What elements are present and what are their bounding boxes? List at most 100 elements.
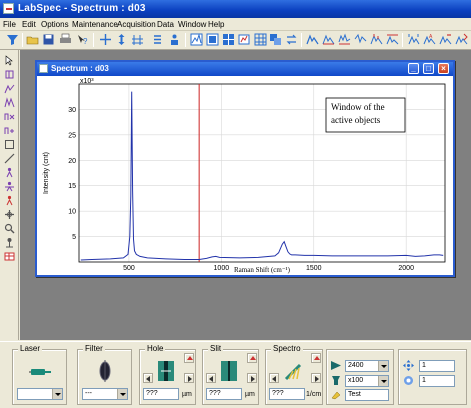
menu-help[interactable]: Help <box>208 20 224 29</box>
magnifier-icon[interactable] <box>4 223 15 234</box>
delete-peak-icon[interactable] <box>4 111 15 122</box>
slit-unit: µm <box>245 391 255 398</box>
chevron-down-icon[interactable] <box>52 389 62 399</box>
spectro-decrease-button[interactable] <box>269 373 279 383</box>
stack-icon[interactable] <box>151 33 164 46</box>
hole-up-button[interactable] <box>184 353 194 363</box>
person-arrows-icon[interactable] <box>4 181 15 192</box>
menu-edit[interactable]: Edit <box>22 20 36 29</box>
export-icon[interactable] <box>455 33 468 46</box>
peak-search-icon[interactable] <box>370 33 383 46</box>
chevron-down-icon[interactable] <box>378 361 388 371</box>
print-icon[interactable] <box>59 33 72 46</box>
menu-acquisition[interactable]: Acquisition <box>117 20 156 29</box>
line-tool-icon[interactable] <box>4 153 15 164</box>
open-folder-icon[interactable] <box>26 33 39 46</box>
spectro-unit: 1/cm <box>306 391 322 398</box>
pointer-icon[interactable] <box>4 55 15 66</box>
hole-increase-button[interactable] <box>184 373 194 383</box>
stage-icon[interactable] <box>4 237 15 248</box>
close-icon: × <box>441 64 446 73</box>
label-peak-icon[interactable]: A <box>423 33 436 46</box>
y-tick-label: 10 <box>68 209 76 216</box>
x-tick-label: 1000 <box>214 265 230 272</box>
x-tick-label: 2000 <box>398 265 414 272</box>
slit-field[interactable]: ??? <box>206 388 242 400</box>
main-toolbar: ? A <box>0 31 471 50</box>
normalize-icon[interactable] <box>386 33 399 46</box>
stage-field-1[interactable]: 1 <box>419 360 455 372</box>
move-peak-icon[interactable] <box>99 33 112 46</box>
slit-up-button[interactable] <box>247 353 257 363</box>
derivative-icon[interactable] <box>354 33 367 46</box>
minimize-button[interactable]: _ <box>408 63 419 74</box>
menu-data[interactable]: Data <box>157 20 174 29</box>
objective-select[interactable]: x100 <box>345 375 389 387</box>
slit-increase-button[interactable] <box>247 373 257 383</box>
image-view-icon[interactable] <box>206 33 219 46</box>
swap-icon[interactable] <box>285 33 298 46</box>
spectro-up-button[interactable] <box>311 353 321 363</box>
zoom-in-icon[interactable] <box>238 33 251 46</box>
spectrum-window-icon <box>39 64 48 73</box>
menu-window[interactable]: Window <box>178 20 206 29</box>
person-icon[interactable] <box>168 33 181 46</box>
person-tool-icon[interactable] <box>4 167 15 178</box>
chevron-down-icon[interactable] <box>378 376 388 386</box>
save-icon[interactable] <box>42 33 55 46</box>
move-icon[interactable] <box>4 209 15 220</box>
app-icon <box>3 3 14 14</box>
zoom-box-icon[interactable] <box>4 69 15 80</box>
table-icon[interactable] <box>4 251 15 262</box>
menu-file[interactable]: File <box>3 20 16 29</box>
filter-select[interactable]: --- <box>82 388 128 400</box>
peak-mark-icon[interactable] <box>4 83 15 94</box>
menu-maintenance[interactable]: Maintenance <box>72 20 118 29</box>
add-peak-icon[interactable] <box>4 125 15 136</box>
measure-icon[interactable] <box>407 33 420 46</box>
overlay-icon[interactable] <box>269 33 282 46</box>
hole-icon <box>158 361 174 381</box>
menu-bar: File Edit Options Maintenance Acquisitio… <box>0 18 471 31</box>
spectrum-plot[interactable]: 5 10 15 20 25 30 500 1000 1500 2000 x10³ Intensi… <box>37 76 453 275</box>
laser-label: Laser <box>18 344 43 353</box>
scale-vertical-icon[interactable] <box>115 33 128 46</box>
laser-select[interactable] <box>17 388 63 400</box>
spectrum-window-titlebar[interactable]: Spectrum : d03 _ □ × <box>37 62 453 76</box>
filter-icon[interactable] <box>6 33 19 46</box>
subtract-icon[interactable] <box>439 33 452 46</box>
window-title: LabSpec - Spectrum : d03 <box>18 3 146 14</box>
autoscale-icon[interactable] <box>131 33 144 46</box>
slit-decrease-button[interactable] <box>206 373 216 383</box>
context-help-icon[interactable]: ? <box>76 33 89 46</box>
baseline-icon[interactable] <box>322 33 335 46</box>
control-panel: Laser Filter --- Hole ??? µm Slit ??? µm… <box>0 341 471 408</box>
map-icon[interactable] <box>222 33 235 46</box>
hole-field[interactable]: ??? <box>143 388 179 400</box>
rectangle-icon[interactable] <box>4 139 15 150</box>
stage-group: 1 1 <box>398 349 467 405</box>
peaks-icon[interactable] <box>4 97 15 108</box>
slit-icon <box>221 361 237 381</box>
grating-select[interactable]: 2400 <box>345 360 389 372</box>
hole-label: Hole <box>145 344 166 353</box>
menu-options[interactable]: Options <box>41 20 69 29</box>
close-button[interactable]: × <box>438 63 449 74</box>
person-red-icon[interactable] <box>4 195 15 206</box>
filter-group: Filter --- <box>77 344 132 405</box>
annotation-line-1: Window of the <box>331 102 385 112</box>
spectro-field[interactable]: ??? <box>269 388 305 400</box>
focus-icon[interactable] <box>403 375 414 386</box>
grid-icon[interactable] <box>254 33 267 46</box>
maximize-icon: □ <box>426 64 431 73</box>
hole-decrease-button[interactable] <box>143 373 153 383</box>
test-field[interactable]: Test <box>345 389 389 401</box>
stage-field-2[interactable]: 1 <box>419 375 455 387</box>
spectrum-view-icon[interactable] <box>190 33 203 46</box>
peak-fit-icon[interactable] <box>306 33 319 46</box>
chevron-down-icon[interactable] <box>117 389 127 399</box>
xy-move-icon[interactable] <box>403 360 414 371</box>
spectro-increase-button[interactable] <box>311 373 321 383</box>
maximize-button[interactable]: □ <box>423 63 434 74</box>
smooth-icon[interactable] <box>338 33 351 46</box>
